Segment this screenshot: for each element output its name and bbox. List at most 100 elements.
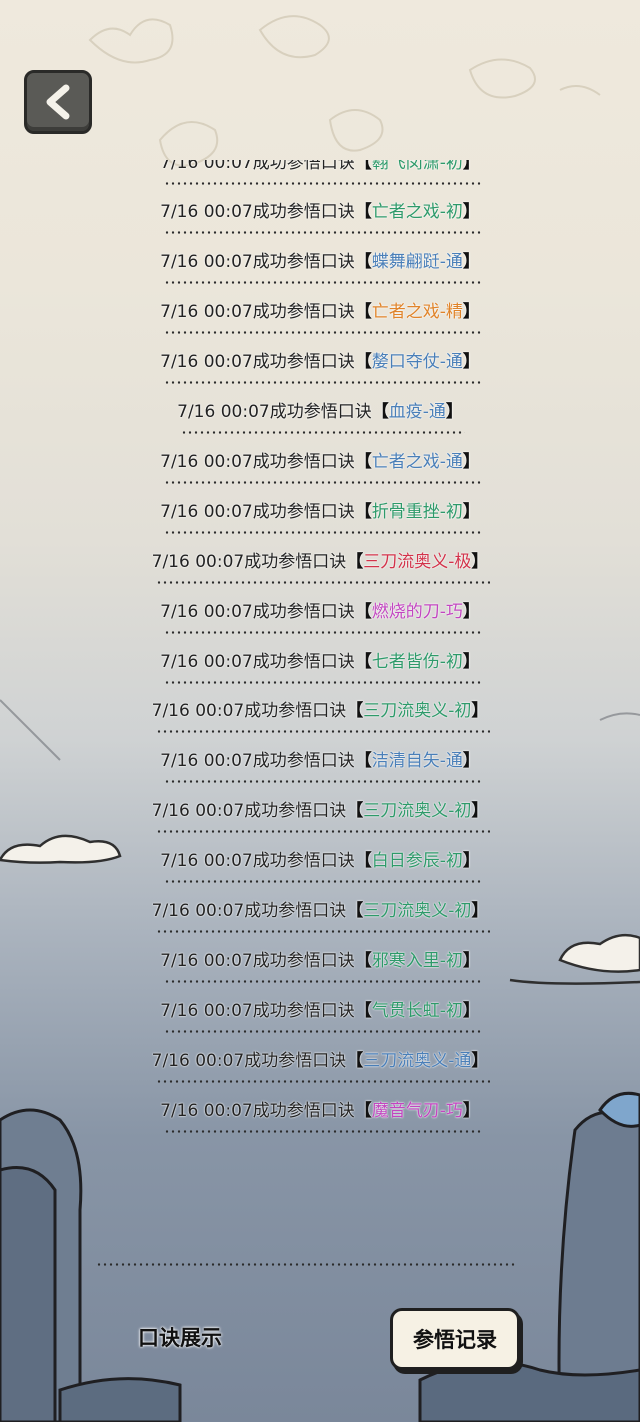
open-bracket: 【 <box>346 901 364 921</box>
close-bracket: 】 <box>462 302 480 323</box>
dotted-underline <box>164 281 482 285</box>
log-entry: 7/16 00:07成功参悟口诀【蝶舞翩跹-通】 <box>0 237 640 287</box>
log-entry-prefix: 7/16 00:07成功参悟口诀 <box>160 451 355 472</box>
log-entry: 7/16 00:07成功参悟口诀【洁清自矢-通】 <box>0 736 640 786</box>
open-bracket: 【 <box>354 950 372 971</box>
log-entry-text: 7/16 00:07成功参悟口诀【嫠口夺仗-通】 <box>158 347 482 385</box>
close-bracket: 】 <box>462 451 480 472</box>
chevron-left-icon <box>46 84 70 120</box>
footer-divider <box>96 1263 516 1266</box>
tab-display[interactable]: 口诀展示 <box>138 1322 222 1352</box>
log-entry-prefix: 7/16 00:07成功参悟口诀 <box>160 851 355 872</box>
back-button[interactable] <box>24 70 92 134</box>
log-entry-text: 7/16 00:07成功参悟口诀【蝶舞翩跹-通】 <box>158 247 482 285</box>
dotted-underline <box>164 680 482 684</box>
log-entry-prefix: 7/16 00:07成功参悟口诀 <box>177 402 372 422</box>
log-entry-prefix: 7/16 00:07成功参悟口诀 <box>151 801 347 822</box>
dotted-underline <box>164 331 482 335</box>
open-bracket: 【 <box>354 651 372 672</box>
log-entry: 7/16 00:07成功参悟口诀【燃烧的刀-巧】 <box>0 586 640 636</box>
close-bracket: 】 <box>471 701 489 722</box>
log-entry-skill: 洁清自矢-通 <box>371 751 463 772</box>
dotted-underline <box>164 1029 482 1033</box>
log-entry: 7/16 00:07成功参悟口诀【三刀流奥义-通】 <box>0 1035 640 1085</box>
log-entry: 7/16 00:07成功参悟口诀【魔音气刃-巧】 <box>0 1085 640 1135</box>
log-entry-skill: 折骨重挫-初 <box>371 501 463 522</box>
close-bracket: 】 <box>462 202 480 223</box>
log-entry-text: 7/16 00:07成功参悟口诀【三刀流奥义-通】 <box>150 1046 491 1083</box>
close-bracket: 】 <box>462 160 480 173</box>
open-bracket: 【 <box>354 1000 372 1021</box>
log-entry: 7/16 00:07成功参悟口诀【嫠口夺仗-通】 <box>0 337 640 387</box>
open-bracket: 【 <box>354 352 372 373</box>
log-entry-skill: 魔音气刃-巧 <box>371 1100 463 1121</box>
dotted-underline <box>155 930 491 933</box>
dotted-underline <box>164 1129 482 1133</box>
log-entry-skill: 三刀流奥义-通 <box>363 1050 472 1071</box>
close-bracket: 】 <box>445 402 463 422</box>
log-entry-prefix: 7/16 00:07成功参悟口诀 <box>160 601 355 622</box>
log-entry-text: 7/16 00:07成功参悟口诀【七者皆伤-初】 <box>158 647 482 684</box>
log-entry-prefix: 7/16 00:07成功参悟口诀 <box>151 1050 347 1071</box>
dotted-underline <box>155 1079 491 1083</box>
tab-record-button[interactable]: 参悟记录 <box>390 1308 520 1370</box>
open-bracket: 【 <box>346 1050 364 1071</box>
log-entry-skill: 亡者之戏-精 <box>371 302 463 323</box>
open-bracket: 【 <box>371 402 389 422</box>
close-bracket: 】 <box>462 950 480 971</box>
open-bracket: 【 <box>354 302 372 323</box>
open-bracket: 【 <box>354 851 372 872</box>
log-entry-skill: 三刀流奥义-初 <box>363 801 472 822</box>
log-entry-text: 7/16 00:07成功参悟口诀【亡者之戏-初】 <box>158 197 482 235</box>
log-entry: 7/16 00:07成功参悟口诀【折骨重挫-初】 <box>0 486 640 536</box>
open-bracket: 【 <box>354 451 372 472</box>
log-entry-skill: 三刀流奥义-初 <box>363 901 472 921</box>
log-entry: 7/16 00:07成功参悟口诀【七者皆伤-初】 <box>0 636 640 686</box>
dotted-underline <box>164 381 482 385</box>
open-bracket: 【 <box>346 701 364 722</box>
dotted-underline <box>181 431 465 434</box>
log-entry-skill: 血疫-通 <box>388 402 446 422</box>
log-entry-skill: 嫠口夺仗-通 <box>371 352 463 373</box>
log-entry-text: 7/16 00:07成功参悟口诀【邪寒入里-初】 <box>158 946 482 983</box>
log-entry: 7/16 00:07成功参悟口诀【亡者之戏-初】 <box>0 187 640 237</box>
close-bracket: 】 <box>462 651 480 672</box>
log-entry-text: 7/16 00:07成功参悟口诀【三刀流奥义-初】 <box>150 796 491 834</box>
log-entry: 7/16 00:07成功参悟口诀【翱飞闵潇-初】 <box>0 160 640 187</box>
log-entry: 7/16 00:07成功参悟口诀【白日参辰-初】 <box>0 836 640 886</box>
log-entry-text: 7/16 00:07成功参悟口诀【折骨重挫-初】 <box>158 497 482 534</box>
log-entry: 7/16 00:07成功参悟口诀【三刀流奥义-初】 <box>0 786 640 836</box>
dotted-underline <box>155 580 491 584</box>
log-entry-text: 7/16 00:07成功参悟口诀【魔音气刃-巧】 <box>158 1096 482 1133</box>
log-entry-text: 7/16 00:07成功参悟口诀【三刀流奥义-极】 <box>150 547 491 584</box>
log-entry-prefix: 7/16 00:07成功参悟口诀 <box>160 302 355 323</box>
log-list[interactable]: 7/16 00:07成功参悟口诀【翱飞闵潇-初】 7/16 00:07成功参悟口诀… <box>0 160 640 1160</box>
dotted-underline <box>164 880 482 884</box>
open-bracket: 【 <box>354 601 372 622</box>
open-bracket: 【 <box>354 751 372 772</box>
open-bracket: 【 <box>354 501 372 522</box>
log-entry-text: 7/16 00:07成功参悟口诀【气贯长虹-初】 <box>158 996 482 1033</box>
close-bracket: 】 <box>462 851 480 872</box>
log-entry: 7/16 00:07成功参悟口诀【气贯长虹-初】 <box>0 985 640 1035</box>
log-entry-prefix: 7/16 00:07成功参悟口诀 <box>160 1000 355 1021</box>
close-bracket: 】 <box>462 751 480 772</box>
open-bracket: 【 <box>354 160 372 173</box>
open-bracket: 【 <box>354 1100 372 1121</box>
log-entry: 7/16 00:07成功参悟口诀【三刀流奥义-极】 <box>0 536 640 586</box>
log-entry-prefix: 7/16 00:07成功参悟口诀 <box>160 352 355 373</box>
close-bracket: 】 <box>462 1000 480 1021</box>
log-entry-skill: 七者皆伤-初 <box>371 651 463 672</box>
log-entry-text: 7/16 00:07成功参悟口诀【洁清自矢-通】 <box>158 746 482 784</box>
log-entry-text: 7/16 00:07成功参悟口诀【燃烧的刀-巧】 <box>158 597 482 634</box>
log-entry-skill: 蝶舞翩跹-通 <box>371 252 463 273</box>
dotted-underline <box>164 181 482 185</box>
close-bracket: 】 <box>462 501 480 522</box>
dotted-underline <box>164 630 482 634</box>
open-bracket: 【 <box>354 202 372 223</box>
close-bracket: 】 <box>462 252 480 273</box>
log-entry: 7/16 00:07成功参悟口诀【血疫-通】 <box>0 387 640 437</box>
open-bracket: 【 <box>346 551 364 572</box>
log-entry-skill: 翱飞闵潇-初 <box>371 160 463 173</box>
log-entry-text: 7/16 00:07成功参悟口诀【血疫-通】 <box>175 397 465 434</box>
